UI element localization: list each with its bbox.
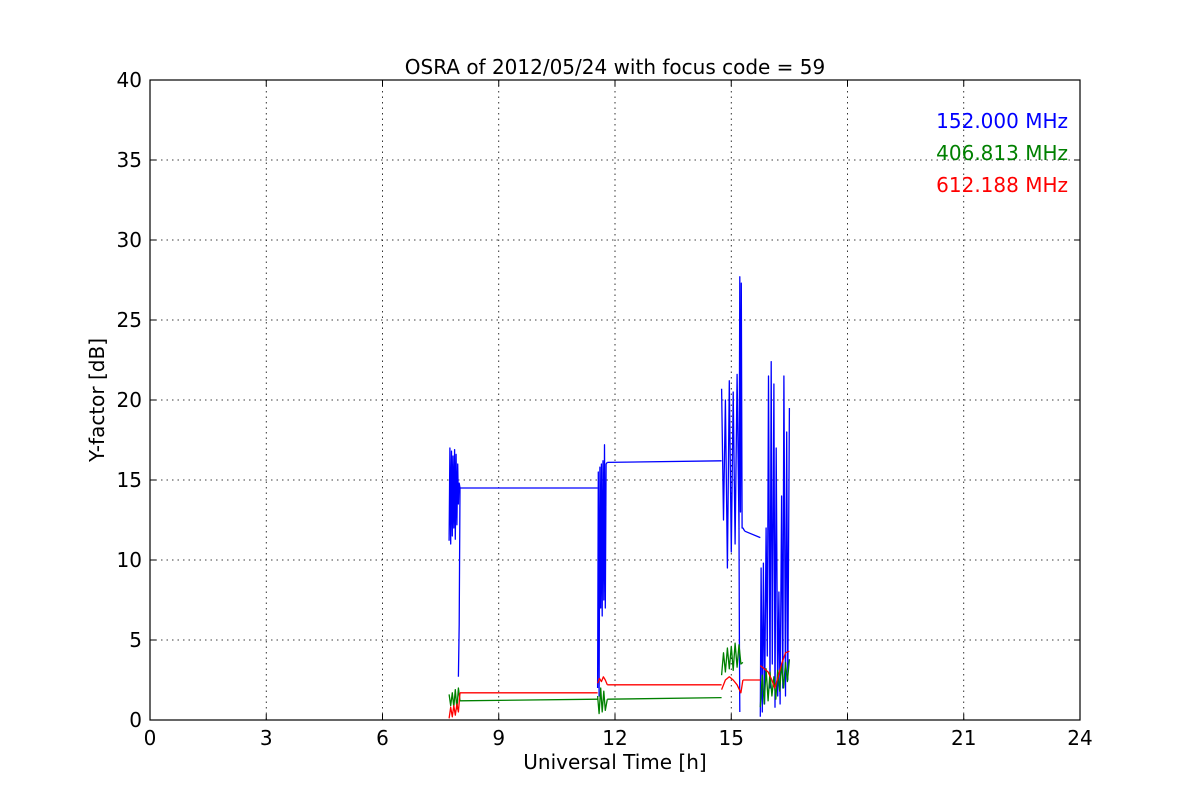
chart: 0 3 6 9 12 15 18 21 24 0 5 10 15 20 25 30 35 40 OSRA of 2…	[0, 0, 1200, 800]
x-tick-label: 3	[260, 726, 273, 750]
x-tick-label: 15	[719, 726, 744, 750]
x-tick-label: 18	[835, 726, 860, 750]
y-tick-label: 15	[117, 468, 142, 492]
legend-entry: 152.000 MHz	[936, 109, 1068, 133]
y-tick-label: 20	[117, 388, 142, 412]
x-tick-label: 0	[144, 726, 157, 750]
legend-entry: 406.813 MHz	[936, 141, 1068, 165]
legend: 152.000 MHz 406.813 MHz 612.188 MHz	[936, 109, 1068, 197]
x-tick-label: 21	[951, 726, 976, 750]
x-axis-label: Universal Time [h]	[523, 750, 706, 774]
y-axis-label: Y-factor [dB]	[85, 338, 109, 463]
y-tick-label: 0	[129, 708, 142, 732]
y-tick-label: 30	[117, 228, 142, 252]
legend-entry: 612.188 MHz	[936, 173, 1068, 197]
y-tick-label: 25	[117, 308, 142, 332]
chart-title: OSRA of 2012/05/24 with focus code = 59	[405, 55, 826, 79]
x-tick-label: 12	[602, 726, 627, 750]
y-tick-label: 35	[117, 148, 142, 172]
series-line-segment	[738, 527, 741, 713]
x-tick-label: 24	[1067, 726, 1092, 750]
x-tick-label: 6	[376, 726, 389, 750]
y-tick-label: 10	[117, 548, 142, 572]
x-tick-label: 9	[492, 726, 505, 750]
y-tick-label: 5	[129, 628, 142, 652]
y-tick-label: 40	[117, 68, 142, 92]
